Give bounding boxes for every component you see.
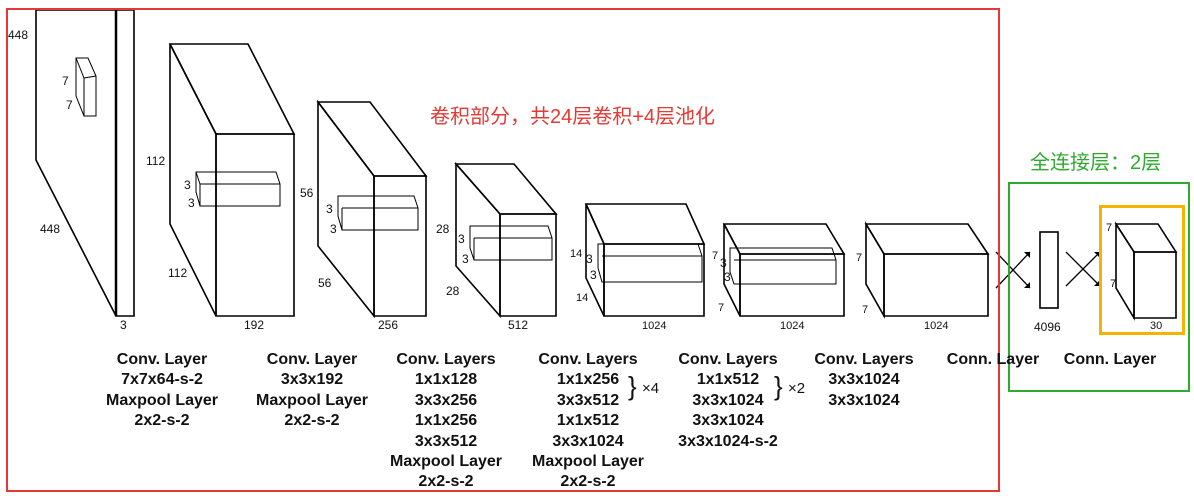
block-line: Conv. Layer [116, 351, 208, 368]
block-line: 2x2-s-2 [284, 412, 340, 430]
dim-k4-b: 3 [462, 252, 469, 266]
conv-part-caption: 卷积部分，共24层卷积+4层池化 [430, 106, 716, 128]
block-line: Conv. Layer [266, 351, 358, 368]
block-line: 1x1x512 [696, 371, 760, 389]
block-line: 3x3x1024 [828, 391, 900, 409]
dim-b3-height: 28 [436, 222, 450, 236]
repeat-brace-2: } [774, 371, 783, 401]
dim-k4-a: 3 [458, 232, 465, 246]
block-line: 2x2-s-2 [134, 412, 190, 430]
dim-b2-channels: 256 [378, 318, 399, 332]
block-line: 3x3x1024 [692, 391, 764, 409]
dim-kernel1-b: 7 [66, 98, 73, 112]
dim-b4-height: 14 [570, 248, 583, 260]
dim-b6-width: 7 [862, 304, 869, 316]
dim-b2-width: 56 [318, 276, 332, 290]
dim-b3-width: 28 [446, 284, 460, 298]
block-line: Conv. Layers [678, 351, 778, 368]
block-line: 3x3x1024 [692, 412, 764, 430]
dim-kernel1-a: 7 [62, 74, 69, 88]
block-8-desc: Conn. Layer [1058, 350, 1162, 370]
block-line: Maxpool Layer [389, 453, 503, 471]
block-line: 1x1x256 [414, 412, 478, 430]
block-line: 3x3x1024 [828, 371, 900, 389]
dim-out-channels: 30 [1150, 320, 1163, 332]
dim-b6-channels: 1024 [924, 320, 949, 332]
block-line: Maxpool Layer [531, 453, 645, 471]
block-7-desc: Conn. Layer [938, 350, 1048, 370]
dim-b4-channels: 1024 [642, 320, 667, 332]
block-line: 3x3x1024-s-2 [678, 432, 778, 450]
block-line: Conv. Layers [814, 351, 914, 368]
block-line: Conn. Layer [1063, 351, 1157, 368]
block-1-desc: Conv. Layer 7x7x64-s-2 Maxpool Layer 2x2… [100, 350, 224, 432]
dim-b1-height: 112 [146, 154, 166, 168]
block-line: 2x2-s-2 [418, 473, 474, 491]
dim-input-height: 448 [8, 28, 29, 42]
dim-out-height: 7 [1106, 222, 1113, 234]
block-line: 3x3x1024 [552, 432, 624, 450]
dim-b3-channels: 512 [508, 318, 529, 332]
dim-b5-height: 7 [712, 250, 719, 262]
dim-k2-a: 3 [184, 178, 191, 192]
dim-b5-channels: 1024 [780, 320, 805, 332]
block-2-desc: Conv. Layer 3x3x192 Maxpool Layer 2x2-s-… [250, 350, 374, 432]
block-5-desc: Conv. Layers 1x1x512 3x3x1024 3x3x1024 3… [666, 350, 790, 452]
dim-input-channels: 3 [120, 318, 127, 332]
block-line: Conn. Layer [946, 351, 1040, 368]
dim-k6-a: 3 [720, 256, 727, 270]
block-line: 2x2-s-2 [560, 473, 616, 491]
dim-k3-b: 3 [330, 222, 337, 236]
dim-k6-b: 3 [724, 270, 731, 284]
block-6-desc: Conv. Layers 3x3x1024 3x3x1024 [808, 350, 920, 411]
block-line: 1x1x128 [414, 371, 478, 389]
dim-k5-a: 3 [586, 252, 593, 266]
repeat-count-4: ×4 [642, 380, 660, 397]
dim-k2-b: 3 [188, 196, 195, 210]
block-line: 1x1x512 [556, 412, 620, 430]
block-line: Maxpool Layer [105, 391, 219, 409]
block-line: 3x3x512 [414, 432, 478, 450]
block-line: 7x7x64-s-2 [121, 371, 203, 389]
repeat-count-2: ×2 [788, 380, 806, 397]
block-line: Maxpool Layer [255, 391, 369, 409]
dim-b5-width: 7 [718, 302, 725, 314]
dim-b1-channels: 192 [244, 318, 265, 332]
dim-b4-width: 14 [576, 292, 589, 304]
block-line: 3x3x192 [280, 371, 344, 389]
dim-input-width: 448 [40, 222, 61, 236]
block-line: Conv. Layers [396, 351, 496, 368]
block-3-desc: Conv. Layers 1x1x128 3x3x256 1x1x256 3x3… [384, 350, 508, 493]
dim-fc-units: 4096 [1034, 320, 1061, 334]
dim-b2-height: 56 [300, 186, 314, 200]
dim-k3-a: 3 [326, 202, 333, 216]
dim-b1-width: 112 [168, 266, 188, 280]
dim-k5-b: 3 [590, 268, 597, 282]
block-line: 3x3x256 [414, 391, 478, 409]
dim-b6-height: 7 [856, 252, 863, 264]
dim-out-width: 7 [1110, 278, 1117, 290]
repeat-brace-4: } [628, 371, 637, 401]
fc-part-caption: 全连接层：2层 [1030, 152, 1162, 174]
block-line: Conv. Layers [538, 351, 638, 368]
